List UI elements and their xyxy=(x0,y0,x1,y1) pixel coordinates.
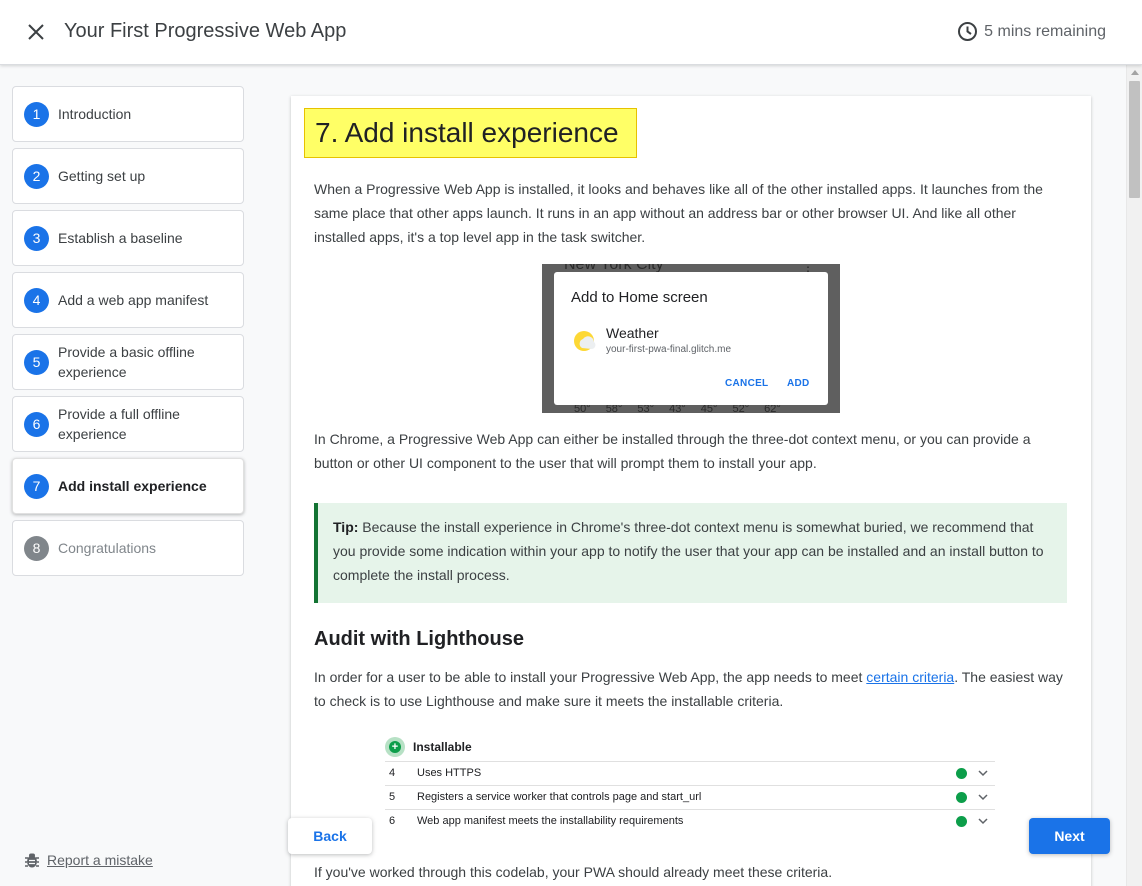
time-remaining-text: 5 mins remaining xyxy=(984,22,1106,40)
close-icon xyxy=(28,24,44,40)
audit-number: 6 xyxy=(389,815,396,827)
chrome-install-paragraph: In Chrome, a Progressive Web App can eit… xyxy=(314,431,1031,471)
close-button[interactable] xyxy=(22,18,50,46)
pass-check-icon xyxy=(956,792,967,803)
main-content: 7. Add install experience When a Progres… xyxy=(256,65,1126,886)
step-label: Introduction xyxy=(58,106,132,122)
vertical-scrollbar[interactable] xyxy=(1126,65,1142,886)
back-button[interactable]: Back xyxy=(288,818,372,854)
lighthouse-paragraph: In order for a user to be able to instal… xyxy=(314,665,1069,713)
step-number: 7 xyxy=(24,473,49,499)
dialog-title: Add to Home screen xyxy=(571,289,708,306)
step-congratulations[interactable]: 8 Congratulations xyxy=(12,520,244,576)
tip-text: Because the install experience in Chrome… xyxy=(333,519,1044,583)
audit-row: 4 Uses HTTPS xyxy=(385,761,995,785)
step-number: 6 xyxy=(24,411,49,437)
report-mistake-label: Report a mistake xyxy=(47,852,153,868)
step-label: Congratulations xyxy=(58,540,157,556)
installable-heading: + Installable xyxy=(385,737,472,757)
scrollbar-thumb[interactable] xyxy=(1129,81,1140,198)
dialog-add-label: ADD xyxy=(787,378,810,389)
audit-row: 5 Registers a service worker that contro… xyxy=(385,785,995,809)
plus-circle-icon: + xyxy=(385,737,405,757)
step-label: Getting set up xyxy=(58,168,146,184)
step-label: Provide a full offline experience xyxy=(58,406,180,442)
time-remaining: 5 mins remaining xyxy=(957,21,1106,42)
step-number: 5 xyxy=(24,349,49,375)
section-heading: Audit with Lighthouse xyxy=(314,628,524,650)
step-number: 3 xyxy=(24,225,49,251)
app-name: Weather xyxy=(606,325,659,341)
step-label: Provide a basic offline experience xyxy=(58,344,195,380)
audit-text: Uses HTTPS xyxy=(417,767,482,779)
tip-label: Tip: xyxy=(333,519,359,535)
step-basic-offline[interactable]: 5 Provide a basic offline experience xyxy=(12,334,244,390)
step-content-card: 7. Add install experience When a Progres… xyxy=(291,96,1091,886)
steps-sidebar: 1 Introduction 2 Getting set up 3 Establ… xyxy=(0,65,256,886)
app-url: your-first-pwa-final.glitch.me xyxy=(606,344,732,355)
step-add-install-experience[interactable]: 7 Add install experience xyxy=(12,458,244,514)
lighthouse-text-before: In order for a user to be able to instal… xyxy=(314,669,867,685)
top-app-bar: Your First Progressive Web App 5 mins re… xyxy=(0,0,1142,65)
step-number: 8 xyxy=(24,535,49,561)
step-label: Establish a baseline xyxy=(58,230,183,246)
pass-check-icon xyxy=(956,768,967,779)
dialog-cancel-label: CANCEL xyxy=(725,378,769,389)
pass-check-icon xyxy=(956,816,967,827)
next-button[interactable]: Next xyxy=(1029,818,1110,854)
step-title: 7. Add install experience xyxy=(304,108,637,158)
add-to-home-dialog: Add to Home screen Weather your-first-pw… xyxy=(554,272,828,405)
step-label: Add a web app manifest xyxy=(58,292,209,308)
audit-number: 5 xyxy=(389,791,396,803)
step-number: 4 xyxy=(24,287,49,313)
clock-icon xyxy=(958,22,978,41)
step-getting-set-up[interactable]: 2 Getting set up xyxy=(12,148,244,204)
scroll-up-arrow-icon[interactable] xyxy=(1131,69,1139,75)
step-number: 2 xyxy=(24,163,49,189)
step-number: 1 xyxy=(24,101,49,127)
step-introduction[interactable]: 1 Introduction xyxy=(12,86,244,142)
intro-paragraph: When a Progressive Web App is installed,… xyxy=(314,181,1043,245)
chevron-down-icon xyxy=(978,770,988,777)
step-full-offline[interactable]: 6 Provide a full offline experience xyxy=(12,396,244,452)
chevron-down-icon xyxy=(978,818,988,825)
audit-text: Web app manifest meets the installabilit… xyxy=(417,815,684,827)
audit-row: 6 Web app manifest meets the installabil… xyxy=(385,809,995,833)
step-label: Add install experience xyxy=(58,478,207,494)
step-establish-baseline[interactable]: 3 Establish a baseline xyxy=(12,210,244,266)
report-mistake-link[interactable]: Report a mistake xyxy=(24,851,153,869)
weather-sun-icon xyxy=(574,331,596,351)
bug-icon xyxy=(25,853,39,868)
audit-text: Registers a service worker that controls… xyxy=(417,791,702,803)
tip-box: Tip: Because the install experience in C… xyxy=(314,503,1067,603)
installable-label: Installable xyxy=(413,740,472,754)
lighthouse-installable-screenshot: + Installable 4 Uses HTTPS 5 Registers a… xyxy=(381,732,996,842)
codelab-title: Your First Progressive Web App xyxy=(64,20,347,42)
audit-number: 4 xyxy=(389,767,396,779)
add-to-home-screen-screenshot: New York City ⋮ 50° 58° 53° 43° 45° 52° … xyxy=(542,264,840,413)
step-add-manifest[interactable]: 4 Add a web app manifest xyxy=(12,272,244,328)
chevron-down-icon xyxy=(978,794,988,801)
certain-criteria-link[interactable]: certain criteria xyxy=(866,669,954,685)
criteria-met-paragraph: If you've worked through this codelab, y… xyxy=(314,864,833,880)
